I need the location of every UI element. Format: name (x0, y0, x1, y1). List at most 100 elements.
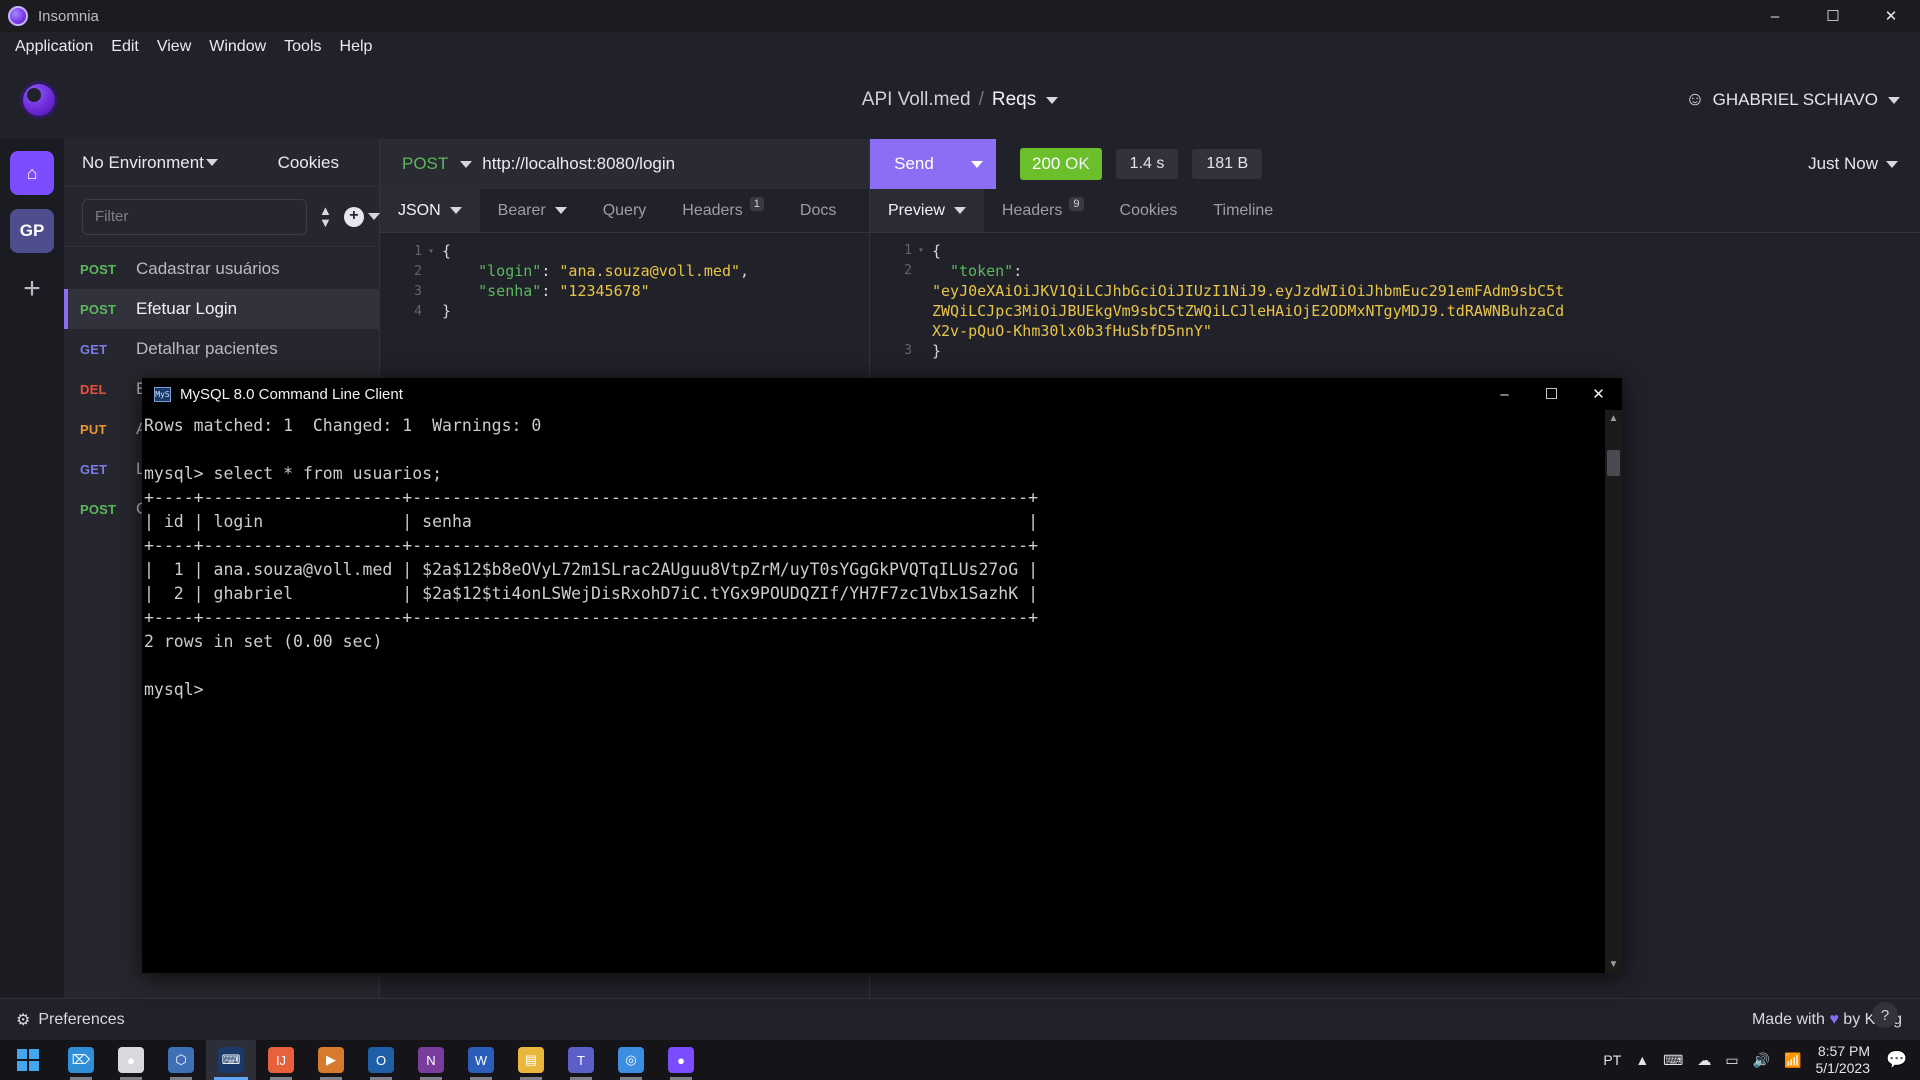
taskbar-app-vscode[interactable]: ⌦ (56, 1040, 106, 1080)
list-item[interactable]: GET Detalhar pacientes (64, 329, 379, 369)
code-line: 3 } (870, 341, 1920, 361)
fold-icon[interactable]: ▾ (918, 241, 932, 261)
menu-window[interactable]: Window (200, 35, 275, 59)
tab-auth-bearer[interactable]: Bearer (480, 189, 585, 232)
tab-timeline[interactable]: Timeline (1195, 189, 1291, 232)
list-item[interactable]: POST Cadastrar usuários (64, 249, 379, 289)
notification-icon[interactable]: 💬 (1884, 1050, 1910, 1070)
status-badge: 200 OK (1020, 148, 1102, 180)
taskbar-app-chrome[interactable]: ◎ (606, 1040, 656, 1080)
tray-overflow-icon[interactable]: ▲ (1635, 1052, 1649, 1068)
tab-body-json[interactable]: JSON (380, 189, 480, 232)
maximize-icon[interactable]: ☐ (1528, 378, 1575, 410)
taskbar-app-teams[interactable]: T (556, 1040, 606, 1080)
response-body-viewer[interactable]: 1 ▾ { 2 "token": "eyJ0eXAiOiJKV1QiLCJhbG… (870, 233, 1920, 361)
taskbar-app-outlook[interactable]: O (356, 1040, 406, 1080)
line-number: 3 (904, 343, 912, 358)
workspace-avatar[interactable]: GP (10, 209, 54, 253)
close-icon[interactable]: ✕ (1862, 0, 1920, 32)
tray-battery-icon[interactable]: ▭ (1725, 1052, 1738, 1069)
chevron-down-icon[interactable] (554, 207, 567, 214)
request-name: Efetuar Login (136, 299, 238, 318)
line-number: 2 (414, 263, 422, 279)
response-history-selector[interactable]: Just Now (1808, 154, 1898, 174)
mysql-console-window[interactable]: MyS MySQL 8.0 Command Line Client – ☐ ✕ … (142, 378, 1622, 973)
search-input[interactable] (82, 198, 307, 235)
tray-network-icon[interactable]: 📶 (1784, 1052, 1801, 1069)
send-button[interactable]: Send (870, 139, 958, 189)
menu-application[interactable]: Application (6, 35, 102, 59)
mysql-console-output[interactable]: Rows matched: 1 Changed: 1 Warnings: 0 m… (142, 410, 1622, 973)
send-options-button[interactable] (958, 139, 996, 189)
method-selector[interactable]: POST (402, 154, 448, 174)
help-icon[interactable]: ? (1872, 1002, 1898, 1028)
request-method: DEL (80, 381, 107, 397)
cookies-button[interactable]: Cookies (278, 153, 339, 173)
taskbar-app-mysql[interactable]: ⌨ (206, 1040, 256, 1080)
tab-headers[interactable]: Headers 1 (664, 189, 782, 232)
taskbar-app-xampp[interactable]: ▶ (306, 1040, 356, 1080)
menu-view[interactable]: View (148, 35, 200, 59)
chevron-down-icon[interactable] (205, 159, 218, 166)
close-icon[interactable]: ✕ (1575, 378, 1622, 410)
scroll-down-icon[interactable]: ▼ (1609, 956, 1619, 973)
tab-docs[interactable]: Docs (782, 189, 854, 232)
chevron-down-icon[interactable] (449, 207, 462, 214)
request-method: GET (80, 341, 108, 357)
add-icon[interactable]: + (10, 267, 54, 311)
tab-response-cookies[interactable]: Cookies (1102, 189, 1196, 232)
start-button[interactable] (0, 1040, 56, 1080)
url-input[interactable]: http://localhost:8080/login (482, 154, 675, 174)
taskbar-app-editor[interactable]: ⬡ (156, 1040, 206, 1080)
scrollbar-thumb[interactable] (1607, 450, 1620, 476)
fold-icon[interactable]: ▾ (428, 246, 442, 257)
taskbar-app-intellij[interactable]: IJ (256, 1040, 306, 1080)
chevron-down-icon[interactable] (460, 160, 473, 168)
taskbar-app-insomnia[interactable]: ● (656, 1040, 706, 1080)
code-line: 1 ▾ { (870, 241, 1920, 261)
code-text: : (541, 282, 560, 300)
tab-response-headers[interactable]: Headers 9 (984, 189, 1102, 232)
taskbar-app-word[interactable]: W (456, 1040, 506, 1080)
scroll-up-icon[interactable]: ▲ (1609, 410, 1619, 427)
menu-tools[interactable]: Tools (275, 35, 330, 59)
chevron-down-icon[interactable] (953, 207, 966, 214)
maximize-icon[interactable]: ☐ (1804, 0, 1862, 32)
language-indicator[interactable]: PT (1603, 1052, 1621, 1068)
taskbar-app-onenote[interactable]: N (406, 1040, 456, 1080)
breadcrumb-project[interactable]: Reqs (992, 89, 1036, 111)
tab-label: Docs (799, 201, 837, 219)
chevron-down-icon[interactable] (1046, 96, 1059, 104)
menu-help[interactable]: Help (331, 35, 382, 59)
request-body-editor[interactable]: 1 ▾{2 "login": "ana.souza@voll.med", 3 "se… (380, 233, 869, 321)
line-number: 1 (904, 243, 912, 258)
filter-row: ▲▼ + (64, 187, 380, 247)
tray-keyboard-icon[interactable]: ⌨ (1663, 1052, 1683, 1069)
clock[interactable]: 8:57 PM 5/1/2023 (1816, 1043, 1871, 1077)
url-bar: POST http://localhost:8080/login (380, 139, 869, 189)
code-text: , (740, 262, 750, 280)
breadcrumb-workspace[interactable]: API Voll.med (862, 89, 971, 111)
tray-cloud-icon[interactable]: ☁ (1697, 1052, 1711, 1069)
response-timestamp: Just Now (1808, 154, 1878, 173)
list-item[interactable]: POST Efetuar Login (64, 289, 379, 329)
editor-icon: ⬡ (168, 1047, 194, 1073)
tray-volume-icon[interactable]: 🔊 (1753, 1052, 1770, 1069)
environment-selector[interactable]: No Environment (82, 153, 204, 173)
sort-icon[interactable]: ▲ ▼ (319, 204, 332, 229)
preferences-button[interactable]: ⚙ Preferences (16, 1010, 125, 1030)
add-request-button[interactable]: + (343, 206, 380, 227)
minimize-icon[interactable]: – (1746, 0, 1804, 32)
minimize-icon[interactable]: – (1481, 378, 1528, 410)
xampp-icon: ▶ (318, 1047, 344, 1073)
tab-preview[interactable]: Preview (870, 189, 984, 232)
code-text: } (442, 302, 452, 320)
taskbar-app-github[interactable]: ● (106, 1040, 156, 1080)
scrollbar[interactable]: ▲ ▼ (1605, 410, 1622, 973)
status-badge: 1 (749, 197, 764, 211)
menu-edit[interactable]: Edit (102, 35, 148, 59)
chevron-down-icon[interactable] (367, 213, 380, 220)
taskbar-app-explorer[interactable]: ▤ (506, 1040, 556, 1080)
home-icon[interactable]: ⌂ (10, 151, 54, 195)
tab-query[interactable]: Query (585, 189, 665, 232)
